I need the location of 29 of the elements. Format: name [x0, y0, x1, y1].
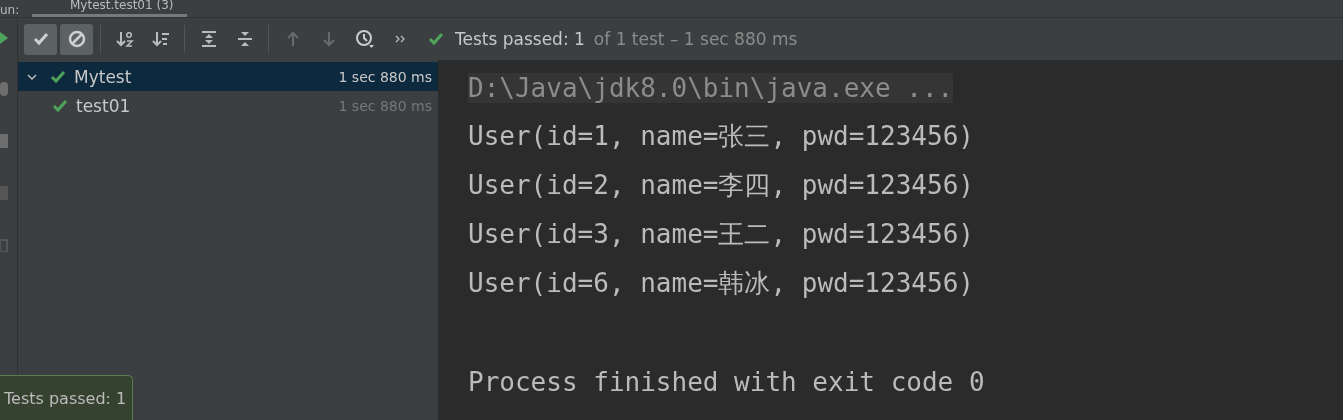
notification-toast: Tests passed: 1	[0, 375, 133, 420]
run-icon	[0, 32, 8, 44]
check-icon	[52, 97, 68, 114]
console-output: User(id=6, name=韩冰, pwd=123456)	[468, 267, 974, 300]
status-detail: of 1 test – 1 sec 880 ms	[593, 29, 798, 49]
console-output: User(id=1, name=张三, pwd=123456)	[468, 120, 974, 153]
sort-alpha-icon	[114, 29, 135, 49]
status-text: Tests passed: 1	[455, 29, 585, 49]
ignore-icon	[66, 29, 87, 49]
ignore-button[interactable]	[60, 23, 93, 55]
run-label: un:	[0, 3, 21, 17]
console-output: User(id=3, name=王二, pwd=123456)	[468, 218, 974, 251]
test-duration: 1 sec 880 ms	[338, 68, 432, 85]
debug-icon	[0, 82, 8, 96]
console-output: Process finished with exit code 0	[468, 366, 985, 397]
test-name: Mytest	[74, 66, 133, 87]
test-name: test01	[76, 95, 132, 116]
clock-icon	[354, 29, 375, 49]
tree-row[interactable]: Mytest 1 sec 880 ms	[18, 62, 438, 91]
tree-row[interactable]: test01 1 sec 880 ms	[18, 91, 438, 120]
console-output: User(id=2, name=李四, pwd=123456)	[468, 169, 974, 202]
sort-duration-icon	[150, 29, 171, 49]
stop-icon	[0, 134, 8, 148]
layout-icon	[0, 238, 8, 252]
test-duration: 1 sec 880 ms	[338, 97, 432, 114]
pause-icon	[0, 186, 8, 200]
check-icon	[50, 68, 66, 85]
check-button[interactable]	[24, 23, 57, 55]
check-icon	[428, 31, 444, 47]
